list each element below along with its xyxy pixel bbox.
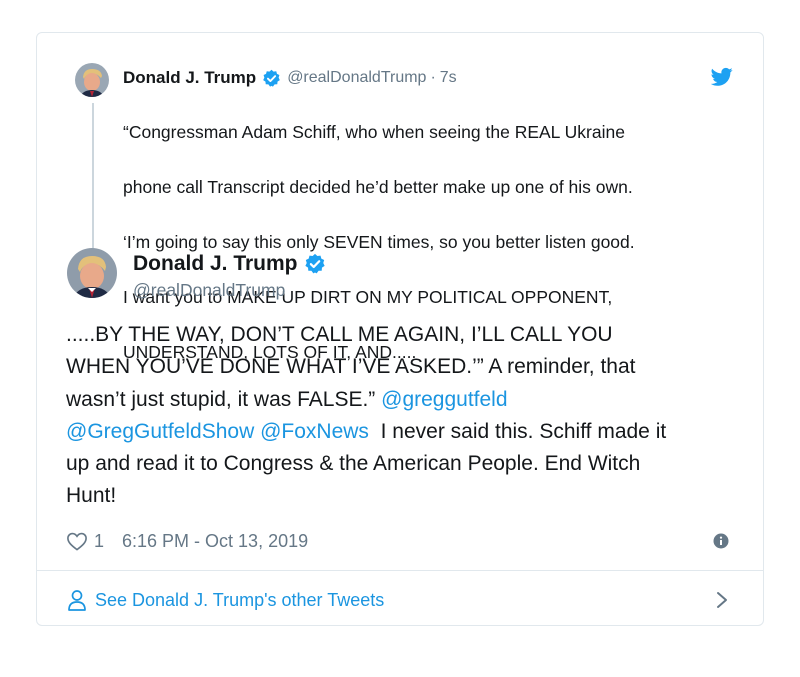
tweet-text-segment: wasn’t just stupid, it was FALSE.” (66, 387, 382, 411)
person-icon (68, 590, 86, 611)
chevron-right-icon (717, 592, 727, 608)
like-button[interactable]: 1 (66, 531, 122, 552)
tweet-text-segment: I never said this. Schiff made it (368, 419, 667, 443)
tweet-meta-row: 1 6:16 PM - Oct 13, 2019 (66, 529, 308, 553)
separator-dot: · (430, 69, 436, 86)
parent-author-name[interactable]: Donald J. Trump (123, 67, 256, 89)
verified-badge-icon (304, 253, 326, 275)
parent-tweet-header: Donald J. Trump @realDonaldTrump · 7s (123, 67, 457, 89)
tweet-text-line: .....BY THE WAY, DON’T CALL ME AGAIN, I’… (66, 323, 613, 346)
mention-link[interactable]: @GregGutfeldShow (66, 420, 254, 443)
info-icon[interactable] (713, 533, 729, 549)
tweet-text-line: wasn’t just stupid, it was FALSE.” @greg… (66, 384, 746, 416)
footer-divider (37, 570, 763, 571)
tweet-text-line: WHEN YOU’VE DONE WHAT I’VE ASKED.’” A re… (66, 355, 636, 379)
main-author-name[interactable]: Donald J. Trump (133, 251, 298, 277)
tweet-text-line: Hunt! (66, 484, 117, 508)
mention-link[interactable]: @greggutfeld (381, 388, 507, 411)
tweet-text-line: @GregGutfeldShow @FoxNews I never said t… (66, 416, 746, 448)
tweet-text-line: up and read it to Congress & the America… (66, 452, 641, 476)
see-other-tweets-link[interactable]: See Donald J. Trump's other Tweets (67, 583, 733, 617)
main-handle[interactable]: @realDonaldTrump (133, 280, 285, 301)
parent-text-line: phone call Transcript decided he’d bette… (123, 176, 633, 197)
verified-badge-icon (262, 69, 281, 88)
thread-connector (92, 103, 94, 271)
embedded-tweet-card: Donald J. Trump @realDonaldTrump · 7s “C… (36, 32, 764, 626)
mention-link[interactable]: @FoxNews (260, 420, 369, 443)
heart-icon (67, 532, 87, 551)
twitter-bird-icon[interactable] (710, 67, 733, 87)
tweet-timestamp[interactable]: 6:16 PM - Oct 13, 2019 (122, 531, 308, 552)
parent-text-line: “Congressman Adam Schiff, who when seein… (123, 121, 625, 142)
main-avatar[interactable] (67, 248, 117, 298)
parent-avatar[interactable] (75, 63, 109, 97)
see-other-tweets-label: See Donald J. Trump's other Tweets (95, 589, 385, 610)
main-tweet-text: .....BY THE WAY, DON’T CALL ME AGAIN, I’… (66, 319, 746, 513)
parent-timestamp[interactable]: 7s (440, 67, 457, 89)
like-count: 1 (94, 530, 105, 551)
main-author-row: Donald J. Trump (133, 251, 326, 277)
parent-handle[interactable]: @realDonaldTrump (287, 67, 426, 89)
